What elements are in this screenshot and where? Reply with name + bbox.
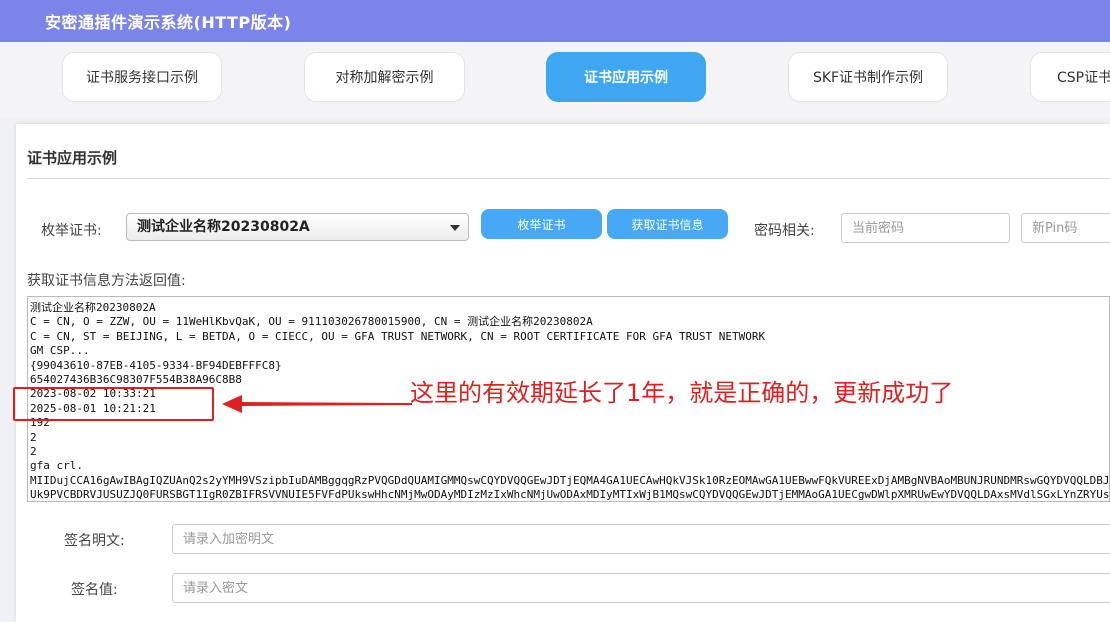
result-line: C = CN, O = ZZW, OU = 11WeHlKbvQaK, OU =… [30,315,593,329]
section-divider [27,178,1110,179]
validity-highlight-box [13,387,214,421]
tab-bar: 证书服务接口示例 对称加解密示例 证书应用示例 SKF证书制作示例 CSP证书 [0,42,1110,118]
tab-cert-service[interactable]: 证书服务接口示例 [62,52,222,102]
sign-value-input[interactable] [172,573,1110,603]
result-line: MIIDujCCA16gAwIBAgIQZUAnQ2s2yYMH9VSzipbI… [30,473,1109,487]
result-line: 2 [30,444,37,458]
password-label: 密码相关: [754,223,815,239]
result-label: 获取证书信息方法返回值: [27,273,186,289]
result-line: C = CN, ST = BEIJING, L = BETDA, O = CIE… [30,329,766,343]
result-line: 测试企业名称20230802A [30,301,156,314]
sign-value-label: 签名值: [71,582,118,598]
annotation-text: 这里的有效期延长了1年，就是正确的，更新成功了 [410,379,954,407]
chevron-down-icon [450,225,460,231]
cert-select-value: 测试企业名称20230802A [137,219,310,235]
section-title: 证书应用示例 [27,149,118,167]
result-line: gfa crl. [30,459,83,473]
result-line: 2 [30,430,37,444]
cert-select[interactable]: 测试企业名称20230802A [126,213,469,241]
tab-csp-cert[interactable]: CSP证书 [1030,52,1110,102]
app-title: 安密通插件演示系统(HTTP版本) [45,13,292,32]
tab-symmetric-crypto[interactable]: 对称加解密示例 [304,52,465,102]
sign-plain-label: 签名明文: [64,533,125,549]
current-password-input[interactable] [841,213,1010,243]
result-line: {99043610-87EB-4105-9334-BF94DEBFFFC8} [30,358,282,372]
result-line: GM CSP... [30,344,90,358]
app-header: 安密通插件演示系统(HTTP版本) [0,0,1110,42]
sign-plain-input[interactable] [172,524,1110,554]
new-pin-input[interactable] [1021,213,1110,243]
tab-cert-application[interactable]: 证书应用示例 [546,52,706,102]
get-cert-info-button[interactable]: 获取证书信息 [607,209,728,239]
enum-cert-label: 枚举证书: [41,223,102,239]
page: 安密通插件演示系统(HTTP版本) 证书服务接口示例 对称加解密示例 证书应用示… [0,0,1110,622]
tab-skf-cert[interactable]: SKF证书制作示例 [788,52,948,102]
arrow-left-icon [222,395,412,413]
enum-cert-button[interactable]: 枚举证书 [481,209,602,239]
result-line: Uk9PVCBDRVJUSUZJQ0FURSBGT1IgR0ZBIFRSVVNU… [30,488,1109,502]
